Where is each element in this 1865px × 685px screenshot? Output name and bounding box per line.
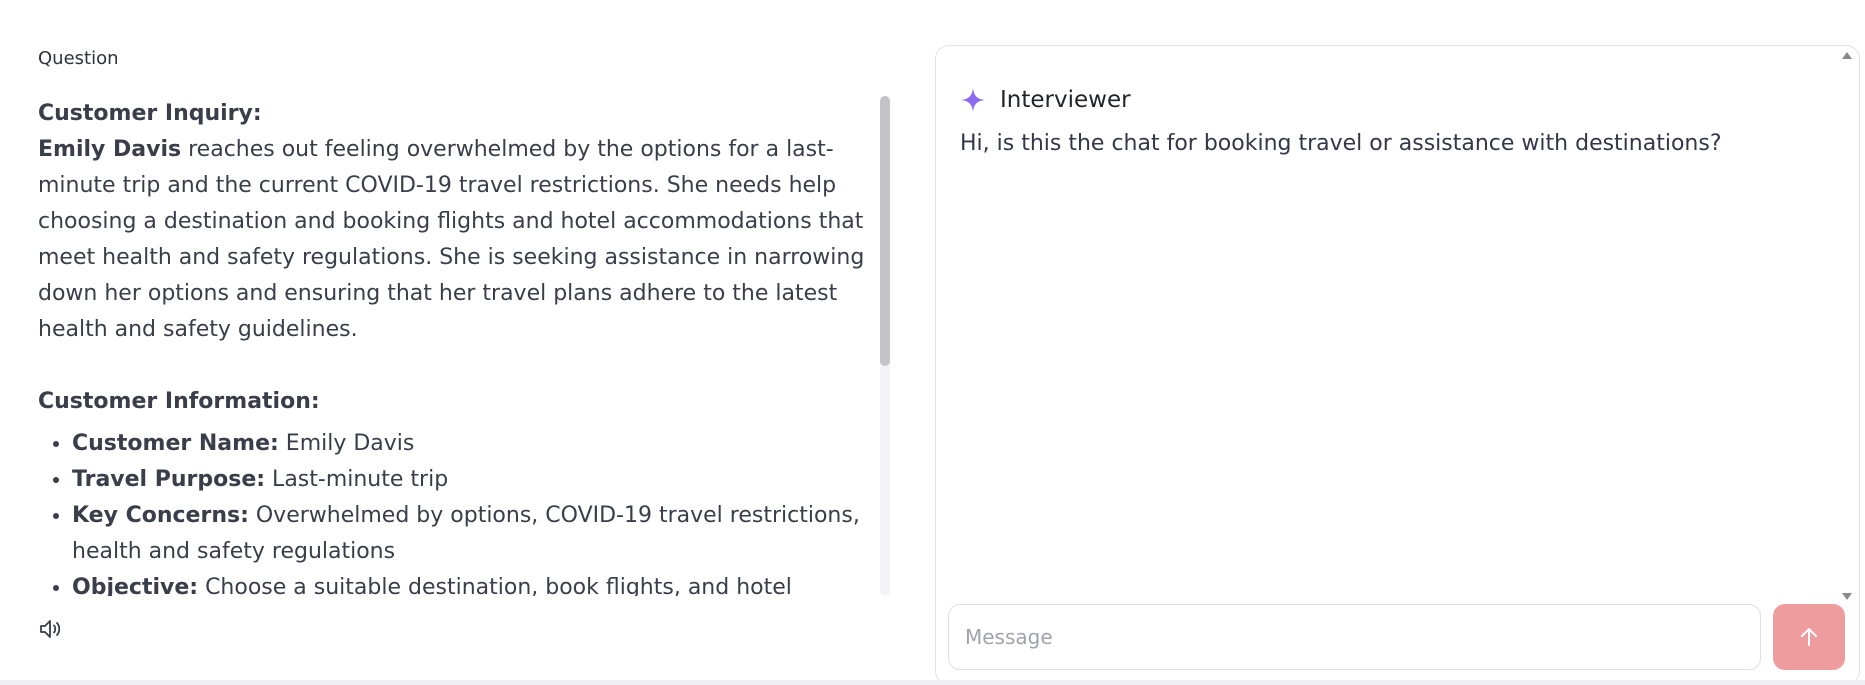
scroll-up-icon[interactable]	[1842, 52, 1852, 59]
info-heading: Customer Information:	[38, 389, 320, 414]
info-value: Last-minute trip	[265, 467, 449, 492]
window-bottom-edge	[0, 680, 1865, 685]
inquiry-customer-name: Emily Davis	[38, 137, 182, 162]
info-label: Customer Name:	[72, 431, 279, 456]
question-panel: Question Customer Inquiry: Emily Davis r…	[38, 48, 890, 658]
question-scrollbar-thumb[interactable]	[880, 96, 890, 366]
inquiry-text: reaches out feeling overwhelmed by the o…	[38, 137, 865, 342]
send-button[interactable]	[1773, 604, 1845, 670]
info-label: Travel Purpose:	[72, 467, 266, 492]
question-content: Customer Inquiry: Emily Davis reaches ou…	[38, 96, 868, 596]
list-item: Key Concerns: Overwhelmed by options, CO…	[72, 498, 868, 570]
list-item: Objective: Choose a suitable destination…	[72, 570, 868, 596]
chat-panel: Interviewer Hi, is this the chat for boo…	[935, 45, 1860, 685]
inquiry-heading: Customer Inquiry:	[38, 101, 262, 126]
message-input[interactable]	[963, 624, 1746, 650]
chat-message: Interviewer Hi, is this the chat for boo…	[960, 84, 1820, 160]
list-item: Customer Name: Emily Davis	[72, 426, 868, 462]
arrow-up-icon	[1801, 628, 1817, 646]
inquiry-paragraph: Emily Davis reaches out feeling overwhel…	[38, 132, 868, 348]
info-value: Emily Davis	[278, 431, 415, 456]
chat-scrollbar[interactable]	[1841, 46, 1853, 606]
speaker-icon[interactable]	[38, 616, 64, 642]
question-scroll-area[interactable]: Customer Inquiry: Emily Davis reaches ou…	[38, 96, 890, 596]
question-scrollbar[interactable]	[880, 96, 890, 596]
scroll-down-icon[interactable]	[1842, 593, 1852, 600]
question-label: Question	[38, 48, 119, 69]
message-sender: Interviewer	[1000, 87, 1131, 113]
info-value: Choose a suitable destination, book flig…	[198, 575, 792, 596]
message-text: Hi, is this the chat for booking travel …	[960, 131, 1722, 156]
message-composer[interactable]	[948, 604, 1761, 670]
message-header: Interviewer	[960, 84, 1820, 116]
app-root: Question Customer Inquiry: Emily Davis r…	[0, 0, 1865, 685]
info-list: Customer Name: Emily Davis Travel Purpos…	[38, 426, 868, 596]
info-label: Objective:	[72, 575, 199, 596]
list-item: Travel Purpose: Last-minute trip	[72, 462, 868, 498]
info-label: Key Concerns:	[72, 503, 249, 528]
sparkle-icon	[961, 88, 985, 112]
